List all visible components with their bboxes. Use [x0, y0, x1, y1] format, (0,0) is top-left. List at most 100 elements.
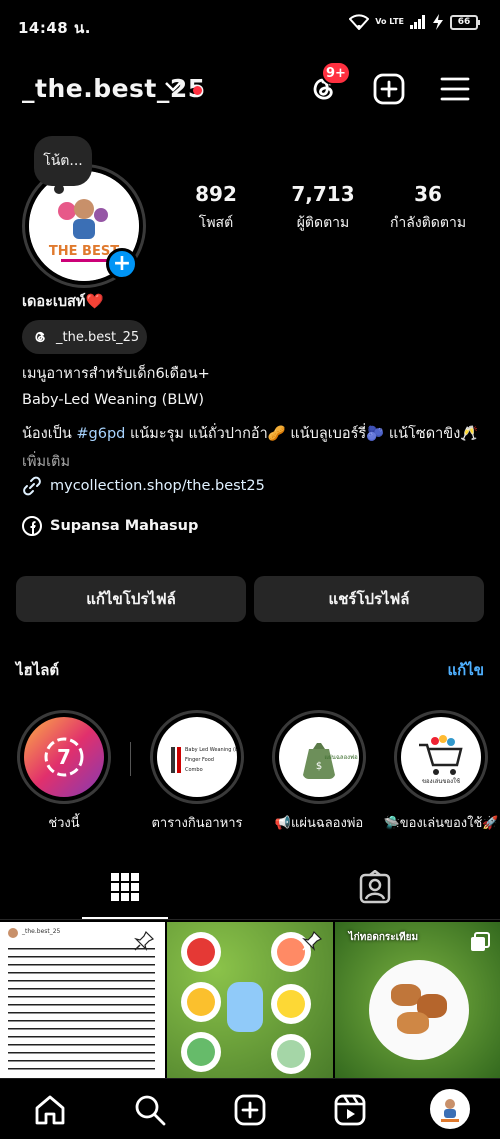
post-caption: _the.best_25 [22, 928, 61, 935]
highlight-label-meals: ตารางกินอาหาร [151, 816, 243, 831]
status-bar: 14:48 น. Vo LTE 66 [0, 0, 500, 50]
status-icons: Vo LTE 66 [349, 14, 480, 30]
posts-grid: _the.best_25 ไก่ทอดกระเทียม [0, 922, 500, 1078]
active-tab-indicator [82, 917, 168, 919]
post-avatar [8, 928, 18, 938]
money-bag-art: $ แผ่นฉลองพ่อ [303, 743, 358, 780]
bowl-3 [181, 982, 222, 1022]
meal-cover-art: Baby Led Weaning (BLW) Finger Food Combo [171, 747, 237, 773]
shopping-cart-art: ของเล่นของใช้ [419, 735, 463, 785]
menu-icon[interactable] [438, 72, 472, 106]
note-bubble-tail [54, 184, 64, 194]
highlights-divider [130, 742, 131, 776]
bio-line-3: น้องเป็น #g6pd แน้มะรุม แน้ถั่วปากอ้า🥜 แ… [22, 422, 478, 445]
followers-count: 7,713 [291, 182, 355, 206]
stat-following[interactable]: 36 กำลังติดตาม [373, 182, 483, 234]
post-title: ไก่ทอดกระเทียม [348, 932, 419, 943]
svg-text:7: 7 [57, 745, 71, 769]
svg-text:Finger Food: Finger Food [185, 757, 214, 763]
grid-post-3[interactable]: ไก่ทอดกระเทียม [334, 922, 500, 1078]
stat-followers[interactable]: 7,713 ผู้ติดตาม [268, 182, 378, 234]
pin-icon [134, 930, 155, 951]
bowl-5 [181, 1032, 222, 1072]
profile-avatar-mini [441, 1099, 459, 1122]
profile-tab-avatar[interactable] [430, 1089, 470, 1129]
bio-line-2: Baby-Led Weaning (BLW) [22, 392, 205, 408]
highlight-recent[interactable]: 7 [17, 710, 111, 804]
charging-icon [433, 14, 443, 30]
reels-icon[interactable] [333, 1093, 367, 1127]
recent-badge-icon: 7 [44, 737, 84, 777]
baby-figure [227, 982, 264, 1032]
display-name: เดอะเบสท์❤️ [22, 294, 104, 310]
facebook-profile-link[interactable]: Supansa Mahasup [22, 516, 198, 536]
post-text-content [8, 944, 156, 1072]
followers-label: ผู้ติดตาม [296, 215, 350, 231]
share-profile-button[interactable]: แชร์โปรไฟล์ [254, 576, 484, 622]
threads-profile-link[interactable]: _the.best_25 [22, 320, 147, 354]
bio-line-3-prefix: น้องเป็น [22, 426, 77, 442]
note-bubble[interactable]: โน้ต... [34, 136, 92, 186]
account-notification-dot [193, 86, 202, 95]
bio-line-1: เมนูอาหารสำหรับเด็ก6เดือน+ [22, 366, 210, 382]
battery-icon: 66 [450, 14, 480, 30]
bowl-4 [271, 984, 312, 1024]
facebook-icon [22, 516, 42, 536]
bio-hashtag[interactable]: #g6pd [76, 426, 125, 442]
bottom-navigation [0, 1078, 500, 1139]
highlight-meal-schedule[interactable]: Baby Led Weaning (BLW) Finger Food Combo [150, 710, 244, 804]
signal-icon [410, 15, 425, 29]
bio-line-3-suffix: แน้มะรุม แน้ถั่วปากอ้า🥜 แน้บลูเบอร์รี่🫐 … [125, 426, 479, 442]
bowl-6 [271, 1034, 312, 1074]
svg-text:$: $ [316, 761, 322, 772]
svg-text:Combo: Combo [185, 767, 203, 773]
stat-posts[interactable]: 892 โพสต์ [161, 182, 271, 234]
posts-label: โพสต์ [198, 215, 234, 231]
highlight-placemat[interactable]: $ แผ่นฉลองพ่อ [272, 710, 366, 804]
grid-tab-icon[interactable] [110, 872, 140, 902]
highlight-meal-cover: Baby Led Weaning (BLW) Finger Food Combo [157, 717, 237, 797]
pin-icon [301, 930, 322, 951]
svg-text:Baby Led Weaning (BLW): Baby Led Weaning (BLW) [185, 747, 237, 753]
highlight-label-toys: 🛸ของเล่นของใช้🚀 [383, 816, 499, 831]
add-story-button[interactable]: + [106, 248, 138, 280]
network-label: Vo LTE [375, 17, 404, 26]
grid-post-2[interactable] [167, 922, 333, 1078]
highlights-edit-button[interactable]: แก้ไข [447, 658, 484, 682]
home-icon[interactable] [33, 1093, 67, 1127]
chevron-down-icon[interactable] [164, 80, 182, 94]
notification-badge: 9+ [321, 61, 351, 85]
threads-handle: _the.best_25 [56, 329, 140, 345]
bowl-1 [181, 932, 222, 972]
highlight-label-placemat: 📢แผ่นฉลองพ่อ [274, 816, 364, 831]
edit-profile-button[interactable]: แก้ไขโปรไฟล์ [16, 576, 246, 622]
facebook-name: Supansa Mahasup [50, 518, 199, 534]
website-url: mycollection.shop/the.best25 [50, 478, 265, 494]
search-icon[interactable] [133, 1093, 167, 1127]
highlight-toys[interactable]: ของเล่นของใช้ [394, 710, 488, 804]
grid-post-1[interactable]: _the.best_25 [0, 922, 166, 1078]
highlight-toys-cover: ของเล่นของใช้ [401, 717, 481, 797]
bio-website-link[interactable]: mycollection.shop/the.best25 [22, 476, 265, 496]
create-icon[interactable] [233, 1093, 267, 1127]
wifi-icon [349, 14, 370, 30]
posts-count: 892 [195, 182, 237, 206]
svg-text:ของเล่นของใช้: ของเล่นของใช้ [422, 777, 460, 785]
create-post-icon[interactable] [372, 72, 406, 106]
following-count: 36 [414, 182, 442, 206]
following-label: กำลังติดตาม [389, 215, 467, 231]
svg-text:แผ่นฉลองพ่อ: แผ่นฉลองพ่อ [324, 754, 358, 761]
profile-header: _the.best_25 9+ [0, 60, 500, 120]
link-icon [23, 476, 41, 496]
threads-small-icon [35, 331, 45, 343]
multi-photo-icon [470, 932, 490, 951]
highlight-label-recent: ช่วงนี้ [48, 816, 80, 831]
status-time: 14:48 น. [18, 19, 91, 37]
plate [368, 960, 469, 1060]
highlight-recent-cover: 7 [24, 717, 104, 797]
highlight-placemat-cover: $ แผ่นฉลองพ่อ [279, 717, 359, 797]
profile-tabs [0, 860, 500, 920]
tagged-tab-icon[interactable] [359, 870, 391, 904]
bio-more-link[interactable]: เพิ่มเติม [22, 450, 70, 473]
highlights-title: ไฮไลต์ [16, 661, 60, 679]
